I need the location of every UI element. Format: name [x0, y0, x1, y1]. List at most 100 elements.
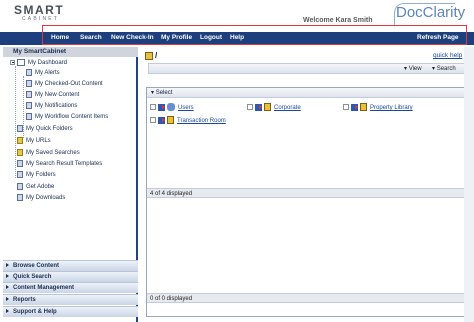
item-checkbox[interactable] — [150, 117, 156, 124]
expand-arrow-icon — [6, 263, 9, 268]
accordion-label: Reports — [13, 297, 36, 303]
expand-arrow-icon — [6, 274, 9, 279]
vertical-scrollbar[interactable] — [464, 47, 474, 322]
left-sidebar: My SmartCabinet My Dashboard My Alerts M… — [3, 47, 138, 322]
logo-arc-icon — [394, 3, 455, 26]
cabinet-link[interactable]: Users — [178, 105, 194, 111]
main-content: / quick help ▾ View ▾ Search ▾ Select Us… — [140, 47, 474, 322]
tree-item-label: My Downloads — [26, 195, 66, 201]
view-label: View — [408, 66, 422, 72]
tree-item-label: My Workflow Content Items — [35, 114, 109, 120]
accordion-label: Content Management — [13, 285, 75, 291]
tree-item-my-search-result-templates[interactable]: My Search Result Templates — [17, 159, 102, 169]
highlight-annotation-box — [42, 25, 467, 45]
accordion-content-management[interactable]: Content Management — [3, 282, 138, 293]
page-icon — [26, 79, 32, 87]
smartcabinet-logo: SMART CABINET — [14, 3, 64, 22]
accordion-browse-content[interactable]: Browse Content — [3, 260, 138, 271]
select-toolbar[interactable]: ▾ Select — [147, 88, 464, 98]
flag-icon[interactable] — [351, 103, 358, 111]
expand-arrow-icon — [6, 309, 9, 314]
item-checkbox[interactable] — [247, 104, 253, 111]
flag-icon[interactable] — [158, 116, 165, 124]
tree-item-my-notifications[interactable]: My Notifications — [26, 101, 77, 111]
tree-item-get-adobe[interactable]: Get Adobe — [17, 182, 54, 192]
cabinet-item-corporate[interactable]: Corporate — [247, 103, 301, 113]
lower-count-bar: 0 of 0 displayed — [147, 293, 464, 303]
flag-icon[interactable] — [158, 103, 165, 111]
accordion-label: Browse Content — [13, 263, 60, 269]
page-icon — [17, 182, 23, 190]
cabinet-link[interactable]: Corporate — [274, 105, 301, 111]
users-icon — [167, 103, 175, 112]
docclarity-logo: DocClarity — [394, 3, 465, 26]
tree-item-label: My Search Result Templates — [26, 161, 103, 167]
tree-item-label: My Quick Folders — [26, 126, 73, 132]
tree-item-label: My Checked-Out Content — [35, 81, 103, 87]
select-label: Select — [155, 90, 173, 96]
cabinet-list-panel: ▾ Select Users Corporate Property Librar… — [146, 87, 465, 317]
cabinet-icon — [264, 103, 271, 112]
tree-item-my-downloads[interactable]: My Downloads — [17, 193, 65, 203]
tree-item-my-saved-searches[interactable]: My Saved Searches — [17, 148, 80, 158]
tree-item-label: My Folders — [26, 172, 56, 178]
logo-line1: SMART — [14, 3, 65, 17]
view-dropdown[interactable]: ▾ View — [404, 65, 422, 72]
page-icon — [17, 124, 23, 132]
cabinet-link[interactable]: Property Library — [370, 105, 413, 111]
expand-arrow-icon — [6, 285, 9, 290]
tree-item-label: My Dashboard — [28, 60, 68, 66]
dashboard-icon — [17, 58, 25, 66]
folder-icon — [17, 148, 23, 156]
page-icon — [17, 193, 23, 201]
tree-item-label: My Saved Searches — [26, 150, 80, 156]
collapse-icon[interactable] — [10, 59, 15, 65]
accordion-support-help[interactable]: Support & Help — [3, 306, 138, 317]
search-label: Search — [436, 66, 456, 72]
upper-count-bar: 4 of 4 displayed — [147, 188, 464, 198]
view-toolbar: ▾ View ▾ Search — [148, 63, 466, 74]
tree-item-my-dashboard[interactable]: My Dashboard — [10, 58, 67, 68]
tree-item-label: My Alerts — [35, 70, 60, 76]
item-checkbox[interactable] — [150, 104, 156, 111]
page-icon — [26, 68, 32, 76]
cabinet-icon — [145, 51, 153, 60]
tree-item-my-urls[interactable]: My URLs — [17, 136, 51, 146]
cabinet-icon — [167, 116, 174, 125]
cabinet-item-transaction-room[interactable]: Transaction Room — [150, 116, 226, 126]
tree-item-my-checked-out-content[interactable]: My Checked-Out Content — [26, 79, 103, 89]
tree-item-my-workflow-content-items[interactable]: My Workflow Content Items — [26, 112, 108, 122]
sidebar-title: My SmartCabinet — [3, 47, 138, 57]
tree-connector — [15, 66, 16, 178]
tree-item-my-alerts[interactable]: My Alerts — [26, 68, 60, 78]
page-icon — [26, 90, 32, 98]
cabinet-item-users[interactable]: Users — [150, 103, 194, 113]
flag-icon[interactable] — [255, 103, 262, 111]
folder-icon — [17, 136, 23, 144]
page-icon — [17, 159, 23, 167]
expand-arrow-icon — [6, 297, 9, 302]
page-icon — [26, 101, 32, 109]
item-checkbox[interactable] — [343, 104, 349, 111]
accordion-quick-search[interactable]: Quick Search — [3, 271, 138, 282]
tree-item-label: My New Content — [35, 92, 80, 98]
breadcrumb: / — [145, 51, 157, 60]
tree-item-my-quick-folders[interactable]: My Quick Folders — [17, 124, 73, 134]
welcome-text: Welcome Kara Smith — [303, 17, 373, 24]
tree-item-my-folders[interactable]: My Folders — [17, 170, 56, 180]
accordion-label: Support & Help — [13, 309, 57, 315]
accordion-label: Quick Search — [13, 274, 52, 280]
tree-item-my-new-content[interactable]: My New Content — [26, 90, 79, 100]
page-icon — [17, 170, 23, 178]
search-dropdown[interactable]: ▾ Search — [432, 65, 456, 72]
logo-line2: CABINET — [22, 16, 60, 22]
cabinet-icon — [360, 103, 367, 112]
breadcrumb-path: / — [155, 51, 158, 60]
tree-item-label: My URLs — [26, 138, 51, 144]
cabinet-link[interactable]: Transaction Room — [177, 118, 226, 124]
quick-help-link[interactable]: quick help — [433, 52, 462, 59]
cabinet-item-property-library[interactable]: Property Library — [343, 103, 413, 113]
accordion-reports[interactable]: Reports — [3, 294, 138, 305]
tree-item-label: My Notifications — [35, 103, 78, 109]
tree-item-label: Get Adobe — [26, 184, 55, 190]
